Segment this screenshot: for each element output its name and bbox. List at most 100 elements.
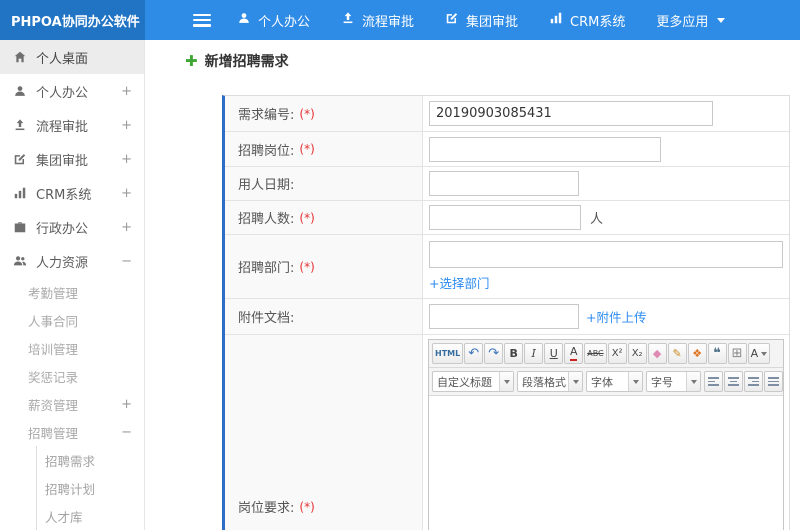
expand-toggle[interactable]: +: [121, 118, 132, 133]
nav-workflow-approval[interactable]: 流程审批: [341, 11, 414, 30]
sidebar-item-label: 薪资管理: [28, 397, 79, 413]
italic-button[interactable]: I: [524, 343, 544, 364]
sidebar-item-crm[interactable]: CRM系统 +: [0, 176, 144, 210]
upload-icon: [12, 118, 27, 133]
strikethrough-button[interactable]: ABC: [584, 343, 607, 364]
align-justify-button[interactable]: [764, 371, 783, 392]
align-right-button[interactable]: [744, 371, 763, 392]
chevron-down-icon: [499, 372, 513, 391]
sidebar-sub-training[interactable]: 培训管理: [0, 334, 144, 362]
sidebar-sub-hr-contract[interactable]: 人事合同: [0, 306, 144, 334]
attachment-input[interactable]: [429, 304, 579, 329]
chevron-down-icon: [761, 351, 768, 356]
field-value: +选择部门: [423, 235, 789, 298]
field-label: 需求编号: (*): [225, 96, 423, 131]
format-painter-button[interactable]: ✎: [667, 343, 687, 364]
superscript-button[interactable]: X²: [607, 343, 627, 364]
sidebar-sub-attendance[interactable]: 考勤管理: [0, 278, 144, 306]
form-row-department: 招聘部门: (*) +选择部门: [225, 235, 789, 299]
field-value: [423, 96, 789, 131]
page-title: ✚ 新增招聘需求: [185, 51, 289, 71]
redo-button[interactable]: ↷: [484, 343, 504, 364]
bold-button[interactable]: B: [504, 343, 524, 364]
form-row-req-no: 需求编号: (*): [225, 96, 789, 132]
subscript-button[interactable]: X₂: [627, 343, 647, 364]
bar-chart-icon: [549, 11, 563, 29]
html-source-button[interactable]: HTML: [432, 343, 464, 364]
nav-label: CRM系统: [570, 14, 626, 30]
expand-toggle[interactable]: +: [121, 152, 132, 167]
field-label: 用人日期:: [225, 167, 423, 200]
collapse-toggle[interactable]: −: [121, 254, 132, 269]
sidebar-item-workflow-approval[interactable]: 流程审批 +: [0, 108, 144, 142]
sidebar-sub2-recruit-plan[interactable]: 招聘计划: [37, 474, 144, 502]
collapse-toggle[interactable]: −: [121, 425, 132, 440]
edit-icon: [12, 152, 27, 167]
sidebar-sub2-talent-pool[interactable]: 人才库: [37, 502, 144, 530]
blockquote-button[interactable]: ❝: [707, 343, 727, 364]
expand-toggle[interactable]: +: [121, 186, 132, 201]
nav-more-apps[interactable]: 更多应用: [656, 11, 726, 30]
sidebar-item-label: 人事合同: [28, 313, 79, 329]
expand-toggle[interactable]: +: [121, 84, 132, 99]
edit-icon: [445, 11, 459, 29]
highlight-color-button[interactable]: ❖: [687, 343, 707, 364]
sidebar-item-admin-office[interactable]: 行政办公 +: [0, 210, 144, 244]
chevron-down-icon: [628, 372, 642, 391]
chevron-down-icon: [686, 372, 700, 391]
font-family-select[interactable]: 字体: [586, 371, 643, 392]
expand-toggle[interactable]: +: [121, 220, 132, 235]
sidebar-item-hr[interactable]: 人力资源 −: [0, 244, 144, 278]
top-nav: 个人办公 流程审批 集团审批 CRM系统 更多应用: [237, 11, 756, 30]
table-button[interactable]: ⊞: [727, 343, 747, 364]
editor-content[interactable]: [429, 396, 783, 530]
text-color-dropdown[interactable]: A: [747, 343, 771, 364]
app-window: PHPOA协同办公软件 个人办公 流程审批 集团审批 CRM系统 更多应用 个人…: [0, 0, 800, 530]
field-label: 招聘岗位: (*): [225, 132, 423, 166]
select-department-link[interactable]: +选择部门: [429, 273, 489, 292]
nav-group-approval[interactable]: 集团审批: [445, 11, 518, 30]
sidebar-sub2-recruit-demand[interactable]: 招聘需求: [37, 446, 144, 474]
brand-logo: PHPOA协同办公软件: [0, 0, 145, 40]
unit-suffix: 人: [590, 212, 604, 227]
expand-toggle[interactable]: +: [121, 397, 132, 412]
position-input[interactable]: [429, 136, 661, 162]
heading-select-value: 自定义标题: [437, 375, 492, 389]
sidebar-sub-salary[interactable]: 薪资管理 +: [0, 390, 144, 418]
upload-icon: [341, 11, 355, 29]
sidebar-item-label: 流程审批: [36, 119, 89, 135]
align-center-button[interactable]: [724, 371, 743, 392]
sidebar-sub-recruitment[interactable]: 招聘管理 −: [0, 418, 144, 446]
attachment-upload-link[interactable]: +附件上传: [586, 307, 646, 326]
label-text: 招聘岗位:: [238, 143, 295, 159]
nav-crm[interactable]: CRM系统: [549, 11, 625, 30]
hamburger-icon[interactable]: [193, 13, 211, 27]
required-mark: (*): [299, 106, 315, 121]
sidebar-item-personal-desktop[interactable]: 个人桌面: [0, 40, 144, 74]
hire-date-input[interactable]: [429, 171, 579, 196]
department-textarea[interactable]: [429, 241, 783, 268]
underline-button[interactable]: U: [544, 343, 564, 364]
nav-personal-office[interactable]: 个人办公: [237, 11, 310, 30]
req-no-input[interactable]: [429, 101, 713, 126]
head-count-input[interactable]: [429, 205, 581, 230]
heading-select[interactable]: 自定义标题: [432, 371, 514, 392]
size-select-value: 字号: [651, 375, 673, 389]
sidebar-item-personal-office[interactable]: 个人办公 +: [0, 74, 144, 108]
font-size-select[interactable]: 字号: [646, 371, 701, 392]
font-color-button[interactable]: A: [564, 343, 584, 364]
bar-chart-icon: [12, 186, 27, 201]
eraser-button[interactable]: ◆: [647, 343, 667, 364]
sidebar-sub-reward-punishment[interactable]: 奖惩记录: [0, 362, 144, 390]
sidebar-item-group-approval[interactable]: 集团审批 +: [0, 142, 144, 176]
label-text: 用人日期:: [238, 178, 295, 193]
paragraph-format-select[interactable]: 段落格式: [517, 371, 583, 392]
form-row-head-count: 招聘人数: (*) 人: [225, 201, 789, 235]
sidebar-item-label: 个人桌面: [36, 51, 89, 67]
align-left-button[interactable]: [704, 371, 723, 392]
home-icon: [12, 50, 27, 65]
user-icon: [237, 11, 251, 29]
align-left-icon: [708, 377, 719, 386]
field-label: 岗位要求: (*): [225, 335, 423, 530]
undo-button[interactable]: ↶: [464, 343, 484, 364]
